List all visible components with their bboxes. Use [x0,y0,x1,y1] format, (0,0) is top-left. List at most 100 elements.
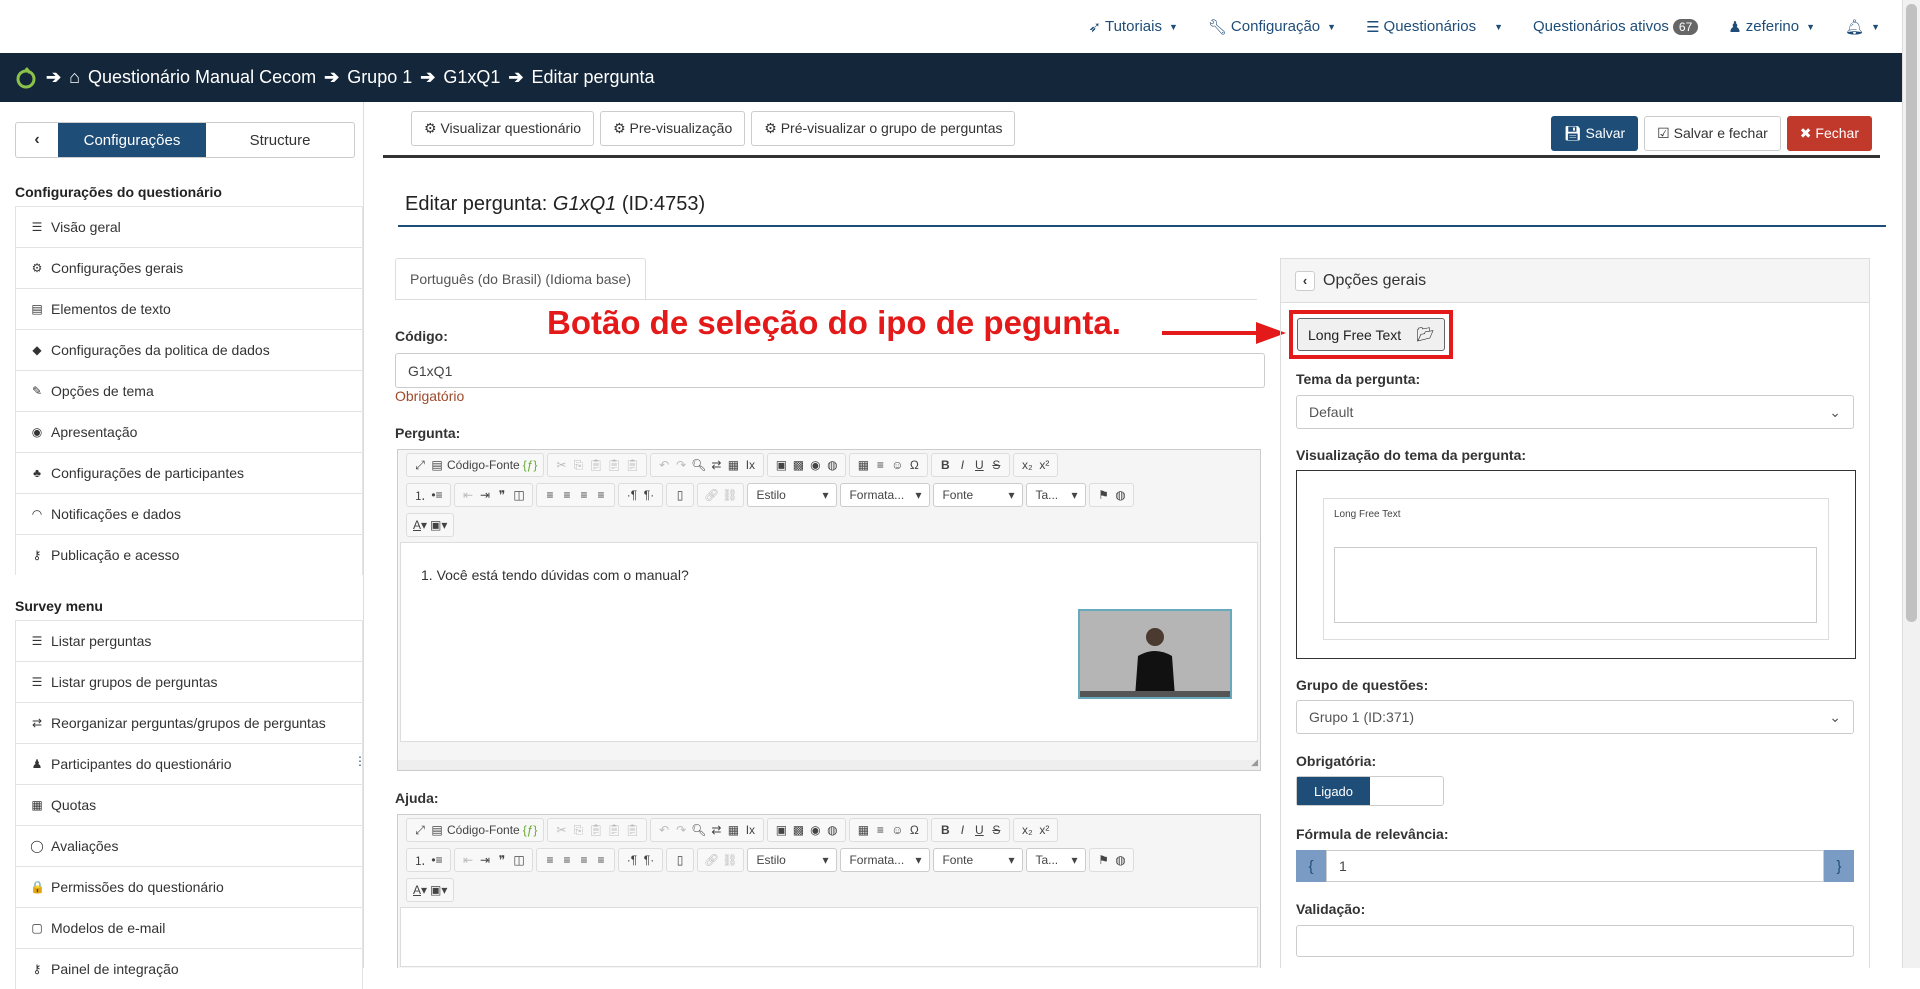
sidebar-menu-item-8[interactable]: ⚷ Painel de integração [15,948,363,989]
ltr-icon[interactable]: ·¶ [625,488,639,502]
italic-icon[interactable]: I [955,823,969,837]
limesurvey-logo-icon[interactable] [14,66,38,90]
table-icon[interactable]: ▦ [856,823,870,837]
text-color-icon[interactable]: A▾ [413,883,427,897]
mandatory-toggle[interactable]: Ligado [1296,776,1444,806]
maximize-icon[interactable]: ⤢ [413,458,427,473]
relevance-input[interactable]: 1 [1326,850,1824,882]
expression-icon[interactable]: {ƒ} [523,458,538,472]
font-dropdown[interactable]: Fonte ▾ [933,483,1024,507]
save-button[interactable]: 💾︎ Salvar [1550,116,1639,151]
align-center-icon[interactable]: ≡ [560,488,574,502]
nav-notifications[interactable]: 🔔︎ ▼ [1845,18,1880,36]
media-icon[interactable]: ◉ [808,823,822,837]
smiley-icon[interactable]: ☺ [890,823,904,837]
align-center-icon[interactable]: ≡ [560,853,574,867]
nav-tutorials[interactable]: ➶ Tutoriais ▼ [1088,18,1177,36]
select-all-icon[interactable]: ▦ [726,458,740,472]
indent-icon[interactable]: ⇥ [478,488,492,502]
nav-active-surveys[interactable]: Questionários ativos 67 [1533,18,1699,35]
ltr-icon[interactable]: ·¶ [625,853,639,867]
save-close-button[interactable]: ☑ Salvar e fechar [1644,116,1781,151]
view-survey-button[interactable]: ⚙ Visualizar questionário [411,111,595,146]
sidebar-menu-item-4[interactable]: ▦ Quotas [15,784,363,825]
close-button[interactable]: ✖ Fechar [1786,116,1872,151]
sidebar-settings-item-4[interactable]: ✎ Opções de tema [15,370,363,411]
sidebar-menu-item-3[interactable]: ♟ Participantes do questionário [15,743,363,784]
template-icon[interactable]: ▯ [673,488,687,502]
nav-configuration[interactable]: 🔧︎ Configuração ▼ [1208,18,1336,36]
underline-icon[interactable]: U [972,823,986,837]
align-right-icon[interactable]: ≡ [577,488,591,502]
breadcrumb-group[interactable]: Grupo 1 [347,67,412,88]
sidebar-menu-item-1[interactable]: ☰ Listar grupos de perguntas [15,661,363,702]
paste-icon[interactable]: 📋︎ [588,458,603,472]
toggle-on[interactable]: Ligado [1297,777,1370,805]
resize-handle-icon[interactable]: ⋮ [354,754,366,768]
rtl-icon[interactable]: ¶· [642,488,656,502]
collapse-panel-button[interactable]: ‹ [1295,270,1315,291]
strike-icon[interactable]: S [989,458,1003,472]
flag-icon[interactable]: ⚑ [1096,488,1110,502]
globe-icon[interactable]: ◍ [1113,853,1127,867]
group-select[interactable]: Grupo 1 (ID:371) ⌄ [1296,700,1854,734]
italic-icon[interactable]: I [955,458,969,472]
size-dropdown[interactable]: Ta... ▾ [1026,848,1087,872]
embed-icon[interactable]: ◍ [825,458,839,472]
template-icon[interactable]: ▯ [673,853,687,867]
sidebar-settings-item-7[interactable]: ◠ Notificações e dados [15,493,363,534]
flash-icon[interactable]: ▩ [791,823,805,837]
tab-structure[interactable]: Structure [206,123,354,157]
subscript-icon[interactable]: x₂ [1020,458,1034,472]
justify-icon[interactable]: ≡ [594,488,608,502]
bg-color-icon[interactable]: ▣▾ [430,518,447,532]
cut-icon[interactable]: ✂ [554,823,568,837]
sidebar-settings-item-8[interactable]: ⚷ Publicação e acesso [15,534,363,575]
cut-icon[interactable]: ✂ [554,458,568,472]
nav-user[interactable]: ♟ zeferino ▼ [1728,18,1815,36]
select-all-icon[interactable]: ▦ [726,823,740,837]
bold-icon[interactable]: B [938,823,952,837]
outdent-icon[interactable]: ⇤ [461,488,475,502]
question-type-button[interactable]: Long Free Text 📂︎ [1297,318,1445,351]
remove-format-icon[interactable]: Ix [743,823,757,837]
superscript-icon[interactable]: x² [1037,458,1051,472]
paste-icon[interactable]: 📋︎ [588,823,603,837]
media-icon[interactable]: ◉ [808,458,822,472]
flash-icon[interactable]: ▩ [791,458,805,472]
paste-word-icon[interactable]: 📋︎ [625,458,640,472]
format-dropdown[interactable]: Formata... ▾ [840,483,931,507]
sidebar-menu-item-2[interactable]: ⇄ Reorganizar perguntas/grupos de pergunt… [15,702,363,743]
redo-icon[interactable]: ↷ [674,458,688,472]
unlink-icon[interactable]: ⛓ [722,853,737,867]
strike-icon[interactable]: S [989,823,1003,837]
div-icon[interactable]: ◫ [512,853,526,867]
undo-icon[interactable]: ↶ [657,823,671,837]
format-dropdown[interactable]: Formata... ▾ [840,848,931,872]
find-icon[interactable]: 🔍︎ [691,823,706,837]
div-icon[interactable]: ◫ [512,488,526,502]
table-icon[interactable]: ▦ [856,458,870,472]
sidebar-settings-item-1[interactable]: ⚙ Configurações gerais [15,247,363,288]
image-icon[interactable]: ▣ [774,458,788,472]
style-dropdown[interactable]: Estilo ▾ [747,483,838,507]
sidebar-settings-item-6[interactable]: ♣ Configurações de participantes [15,452,363,493]
globe-icon[interactable]: ◍ [1113,488,1127,502]
bullet-list-icon[interactable]: •≡ [430,853,444,867]
preview-group-button[interactable]: ⚙ Pré-visualizar o grupo de perguntas [751,111,1016,146]
replace-icon[interactable]: ⇄ [709,823,723,837]
replace-icon[interactable]: ⇄ [709,458,723,472]
maximize-icon[interactable]: ⤢ [413,823,427,838]
link-icon[interactable]: 🔗︎ [704,853,719,867]
numbered-list-icon[interactable]: ⒈ [413,487,427,504]
align-left-icon[interactable]: ≡ [543,488,557,502]
blockquote-icon[interactable]: ❞ [495,853,509,867]
numbered-list-icon[interactable]: ⒈ [413,852,427,869]
special-char-icon[interactable]: Ω [907,458,921,472]
sidebar-settings-item-5[interactable]: ◉ Apresentação [15,411,363,452]
rtl-icon[interactable]: ¶· [642,853,656,867]
sidebar-menu-item-0[interactable]: ☰ Listar perguntas [15,620,363,661]
remove-format-icon[interactable]: Ix [743,458,757,472]
unlink-icon[interactable]: ⛓ [722,488,737,502]
breadcrumb-survey[interactable]: Questionário Manual Cecom [88,67,316,88]
